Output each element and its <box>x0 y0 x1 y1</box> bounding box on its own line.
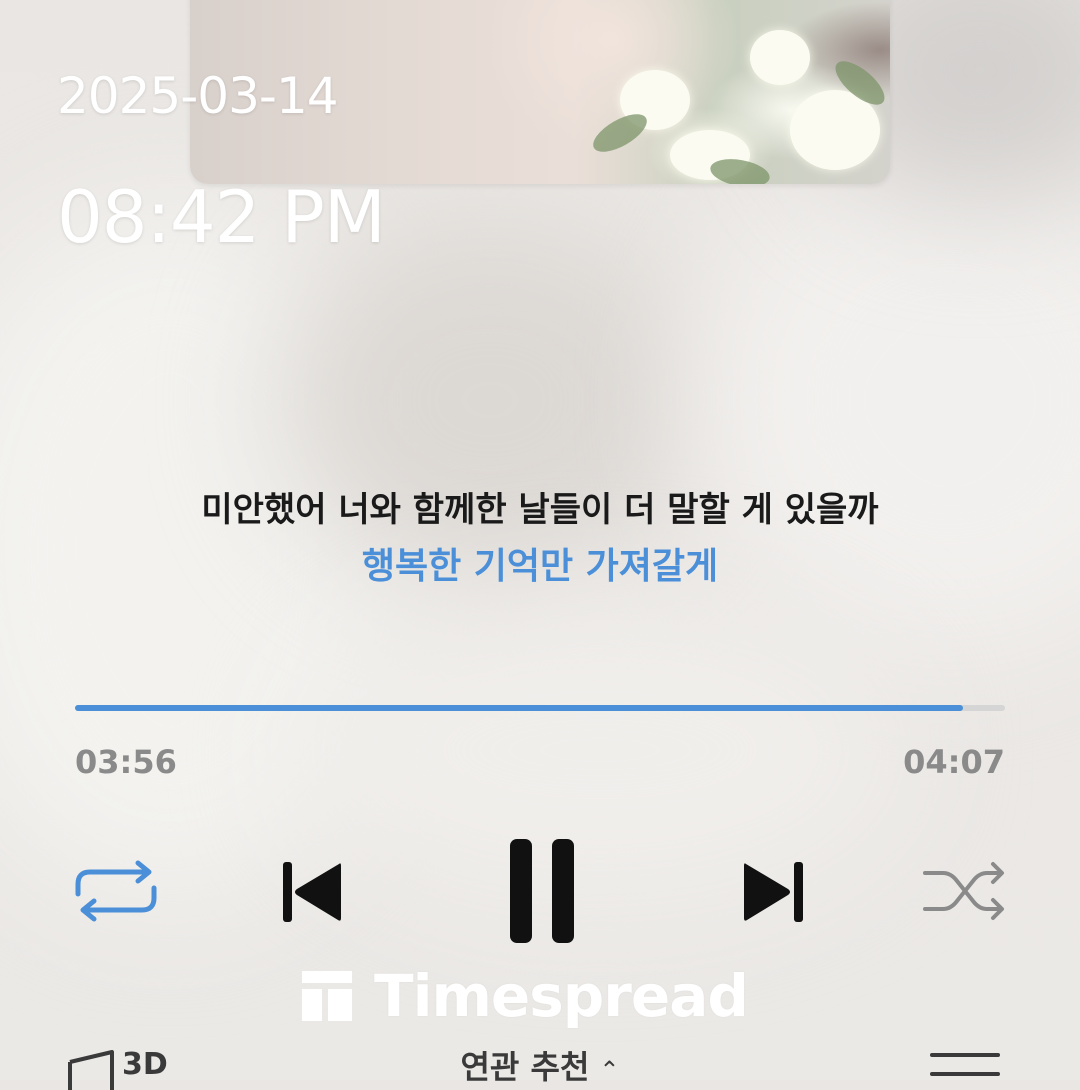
related-recommendations-button[interactable]: 연관 추천 ⌃ <box>0 1050 1080 1084</box>
watermark-logo: Timespread <box>300 960 749 1032</box>
date-display: 2025-03-14 <box>57 67 339 125</box>
watermark-text: Timespread <box>374 962 749 1030</box>
next-track-button[interactable] <box>735 852 815 932</box>
current-lyric-line[interactable]: 미안했어 너와 함께한 날들이 더 말할 게 있을까 <box>0 486 1080 534</box>
time-display: 08:42 PM <box>57 175 386 259</box>
pause-icon <box>510 839 574 943</box>
repeat-icon <box>75 860 157 922</box>
repeat-button[interactable] <box>70 855 162 927</box>
related-recommendations-label: 연관 추천 <box>460 1048 590 1086</box>
shuffle-button[interactable] <box>918 855 1010 927</box>
next-lyric-line[interactable]: 행복한 기억만 가져갈게 <box>0 542 1080 592</box>
playlist-icon <box>930 1053 1000 1076</box>
total-duration: 04:07 <box>903 743 1005 781</box>
playlist-button[interactable] <box>930 1052 1000 1086</box>
timespread-logo-icon <box>302 971 352 1021</box>
bottom-bar: 3D 연관 추천 ⌃ <box>0 1040 1080 1090</box>
elapsed-time: 03:56 <box>75 743 177 781</box>
skip-previous-icon <box>283 862 341 922</box>
shuffle-icon <box>923 862 1004 920</box>
previous-track-button[interactable] <box>270 852 350 932</box>
progress-fill <box>75 705 964 711</box>
play-pause-button[interactable] <box>490 835 590 947</box>
skip-next-icon <box>744 862 803 922</box>
progress-bar[interactable] <box>75 705 1005 711</box>
